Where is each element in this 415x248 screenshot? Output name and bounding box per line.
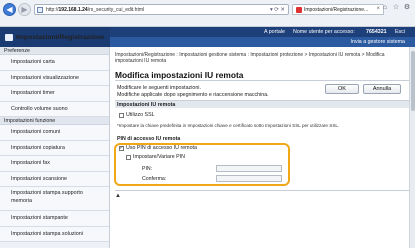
sidebar-item-scan[interactable]: Impostazioni scansione [0, 171, 109, 187]
sidebar-item-timer[interactable]: Impostazioni timer [0, 86, 109, 102]
browser-toolbar: ◀ ▶ http://192.168.1.24/rs_security_cui_… [0, 0, 415, 27]
back-arrow-icon[interactable]: ◀ [3, 3, 16, 16]
gear-icon[interactable]: ⚙ [403, 4, 411, 12]
logout-link[interactable]: Esci [395, 29, 405, 35]
sidebar-item-fax[interactable]: Impostazioni fax [0, 156, 109, 172]
use-ssl-checkbox[interactable] [119, 112, 124, 118]
info-text: Modificare le seguenti impostazioni. Mod… [117, 85, 269, 98]
sidebar-item-display[interactable]: Impostazioni visualizzazione [0, 70, 109, 86]
tab-close-icon[interactable]: × [376, 6, 380, 12]
confirm-label: Conferma: [142, 176, 167, 182]
user-value: 7654321 [366, 29, 387, 35]
sidebar-section-heading: Preferenze [0, 47, 109, 55]
sidebar-item-common[interactable]: Impostazioni comuni [0, 125, 109, 141]
cancel-button[interactable]: Annulla [363, 84, 401, 94]
set-pin-label: Impostare/Variare PIN [133, 154, 186, 160]
use-ssl-row[interactable]: Utilizzo SSL [119, 112, 155, 118]
home-icon[interactable]: ⌂ [381, 4, 389, 12]
divider [115, 190, 410, 191]
forward-arrow-icon[interactable]: ▶ [18, 3, 31, 16]
tab-title: Impostazioni/Registrazione... [304, 7, 369, 13]
app-title-block: Impostazioni/Registrazione [0, 27, 110, 47]
use-pin-row[interactable]: ✓ Uso PIN di accesso IU remota [119, 145, 197, 151]
set-pin-checkbox[interactable] [126, 154, 131, 160]
use-pin-label: Uso PIN di accesso IU remota [126, 145, 197, 151]
browser-tab[interactable]: Impostazioni/Registrazione... × [292, 4, 384, 15]
url-text: http://192.168.1.24/rs_security_cui_edit… [46, 7, 145, 13]
ok-button[interactable]: OK [325, 84, 359, 94]
sidebar-item-solutions[interactable]: Impostazioni stampa soluzioni [0, 226, 109, 242]
pin-input[interactable] [216, 165, 282, 172]
browser-icons: ⌂ ☆ ⚙ [381, 4, 411, 12]
sidebar-item-printer[interactable]: Impostazioni stampante [0, 211, 109, 227]
sidebar-item-volume[interactable]: Controllo volume suono [0, 101, 109, 117]
back-to-top-icon[interactable]: ▲ [115, 193, 121, 199]
sidebar-item-copy[interactable]: Impostazioni copiatura [0, 140, 109, 156]
ssl-note: *Impostare la chiave predefinita in Impo… [117, 123, 340, 128]
scrollbar-thumb[interactable] [411, 51, 415, 111]
scrollbar[interactable] [409, 47, 415, 248]
use-ssl-label: Utilizzo SSL [126, 112, 155, 118]
mail-admin-link[interactable]: Invia a gestore sistema [351, 39, 405, 45]
pin-section-title: PIN di accesso IU remota [117, 136, 181, 142]
app-title: Impostazioni/Registrazione [16, 34, 104, 41]
tab-favicon-icon [296, 7, 302, 13]
main-content: Impostazioni/Registrazione : Impostazion… [110, 47, 415, 248]
address-bar[interactable]: http://192.168.1.24/rs_security_cui_edit… [34, 4, 289, 15]
sidebar-item-paper[interactable]: Impostazioni carta [0, 55, 109, 71]
page-icon [37, 7, 43, 13]
info-line: Modifiche applicate dopo spegnimento e r… [117, 91, 269, 98]
pin-label: PIN: [142, 166, 153, 172]
confirm-pin-input[interactable] [216, 175, 282, 182]
breadcrumb: Impostazioni/Registrazione : Impostazion… [115, 52, 385, 64]
portal-link[interactable]: A portale [264, 29, 285, 35]
set-pin-row[interactable]: Impostare/Variare PIN [126, 154, 185, 160]
sidebar: Preferenze Impostazioni carta Impostazio… [0, 47, 110, 248]
sidebar-item-memory-print[interactable]: Impostazioni stampa supporto memoria [0, 187, 109, 211]
settings-logo-icon [5, 34, 13, 41]
sidebar-section-heading: Impostazioni funzione [0, 117, 109, 125]
refresh-stop-icon[interactable]: ▾ ⟳ ✕ [270, 7, 285, 13]
use-pin-checkbox[interactable]: ✓ [119, 145, 124, 151]
page-title: Modifica impostazioni IU remota [115, 70, 244, 80]
divider [115, 80, 410, 81]
section-remote-ui: Impostazioni IU remota [115, 100, 410, 108]
user-label: Nome utente per accesso: [293, 29, 355, 35]
star-icon[interactable]: ☆ [392, 4, 400, 12]
